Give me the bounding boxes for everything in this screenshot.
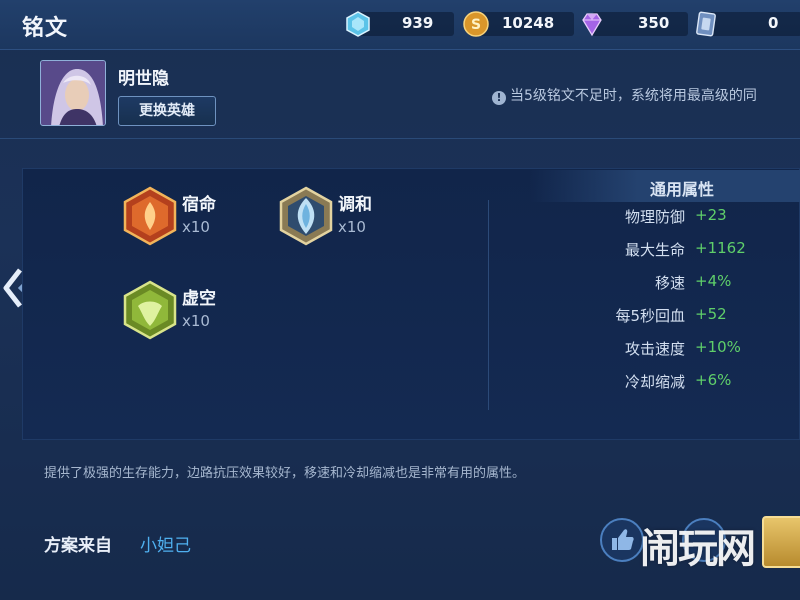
info-icon: ! [492,91,506,105]
attribute-label: 攻击速度 [624,340,685,358]
attribute-label: 移速 [654,274,685,292]
currency-gem: 350 [578,10,688,38]
hero-avatar[interactable] [40,60,106,126]
gold-coin-icon: S [463,11,489,37]
attribute-value: +23 [695,206,727,224]
attribute-value: +10% [695,338,741,356]
watermark-logo: 闹玩网 [640,526,756,572]
change-hero-button[interactable]: 更换英雄 [118,96,216,126]
attribute-label: 最大生命 [624,241,685,259]
currency-card: 0 [692,10,800,38]
attribute-value: +4% [695,272,732,290]
attribute-label: 每5秒回血 [615,307,685,325]
thumbs-up-icon [612,529,634,550]
gem-count: 350 [638,14,670,32]
source-author-link[interactable]: 小妲己 [140,531,191,556]
attribute-label: 物理防御 [624,208,685,226]
diamond-icon [346,11,370,37]
attribute-value: +6% [695,371,732,389]
attribute-value: +1162 [695,239,746,257]
header-divider [0,138,800,139]
card-icon [696,11,716,37]
attribute-row: 最大生命 +1162 [0,239,800,261]
attribute-row: 攻击速度 +10% [0,338,800,360]
like-button[interactable] [600,518,644,562]
top-bar: 铭文 939 S 10248 350 0 [0,0,800,50]
page-title: 铭文 [22,16,69,41]
currency-diamond: 939 [344,10,454,38]
hero-portrait-icon [41,61,105,125]
attribute-label: 冷却缩减 [624,373,685,391]
card-count: 0 [768,14,779,32]
source-label: 方案来自 [44,536,112,556]
notice-label: 当5级铭文不足时，系统将用最高级的同 [510,88,757,104]
hero-name: 明世隐 [118,69,169,89]
attribute-value: +52 [695,305,727,323]
attributes-title: 通用属性 [650,180,715,199]
gem-icon [582,13,602,37]
gold-action-button[interactable] [762,516,800,568]
currency-gold: S 10248 [462,10,574,38]
diamond-count: 939 [402,14,434,32]
rune-description: 提供了极强的生存能力，边路抗压效果较好，移速和冷却缩减也是非常有用的属性。 [44,466,526,481]
gold-count: 10248 [502,14,555,32]
notice-text: ! 当5级铭文不足时，系统将用最高级的同 [492,85,800,105]
attribute-row: 冷却缩减 +6% [0,371,800,393]
attribute-row: 物理防御 +23 [0,206,800,228]
svg-text:S: S [471,17,481,33]
attribute-row: 移速 +4% [0,272,800,294]
attribute-row: 每5秒回血 +52 [0,305,800,327]
